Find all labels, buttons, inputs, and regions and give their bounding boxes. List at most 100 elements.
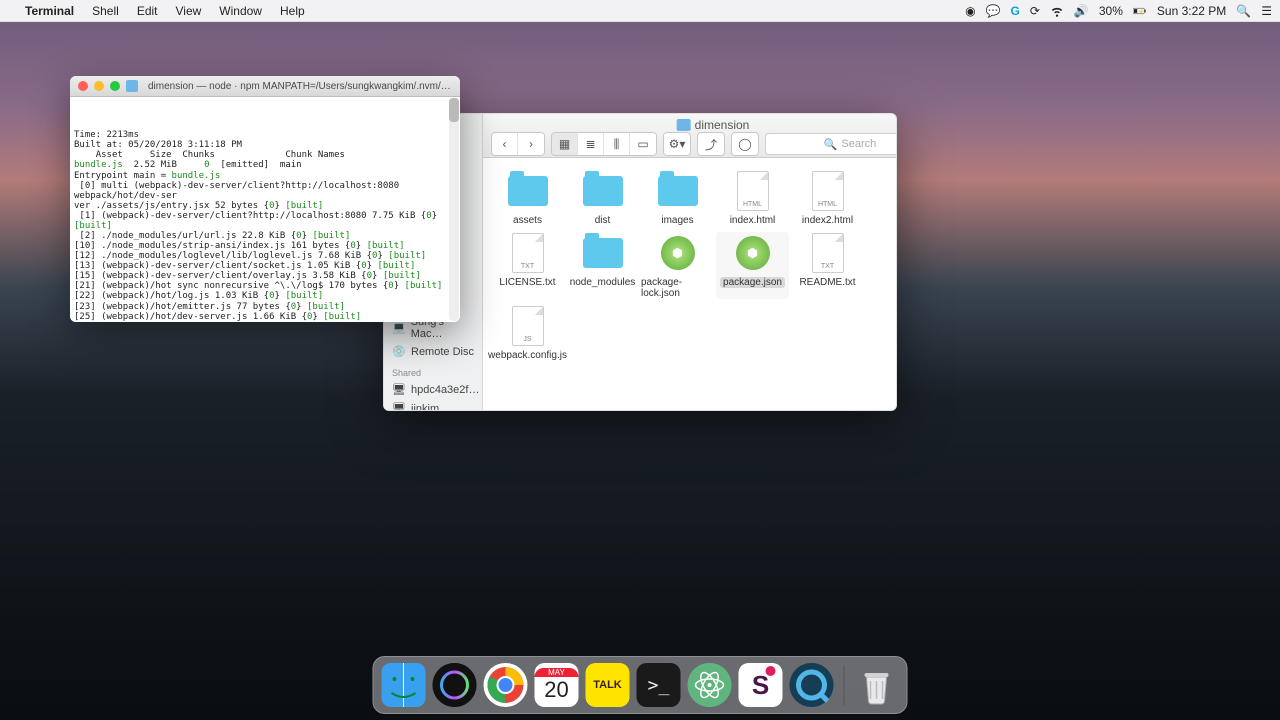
file-label: node_modules (570, 277, 636, 288)
dock-atom[interactable] (688, 663, 732, 707)
battery-icon[interactable]: ⚡ (1133, 4, 1147, 18)
terminal-titlebar[interactable]: dimension — node · npm MANPATH=/Users/su… (70, 76, 460, 97)
file-item[interactable]: node_modules (566, 232, 639, 299)
file-item[interactable]: ⬢ package.json (716, 232, 789, 299)
notification-center-icon[interactable]: ☰ (1261, 4, 1272, 18)
dock-terminal[interactable]: >_ (637, 663, 681, 707)
folder-icon (503, 170, 553, 212)
file-label: LICENSE.txt (499, 277, 555, 288)
menu-window[interactable]: Window (210, 4, 271, 18)
computer-icon: 🖥 (392, 383, 406, 397)
file-label: package.json (720, 277, 785, 288)
tags-button[interactable]: ◯ (732, 133, 758, 155)
dock-quicktime[interactable] (790, 663, 834, 707)
dock-kakaotalk[interactable]: TALK (586, 663, 630, 707)
forward-button[interactable]: › (518, 133, 544, 155)
disc-icon: 💿 (392, 345, 406, 359)
arrange-button[interactable]: ⚙︎▾ (664, 133, 690, 155)
folder-icon (126, 80, 138, 92)
file-item[interactable]: TXTREADME.txt (791, 232, 864, 299)
file-item[interactable]: TXT LICENSE.txt (491, 232, 564, 299)
file-item[interactable]: HTMLindex2.html (791, 170, 864, 226)
dock-chrome[interactable] (484, 663, 528, 707)
sidebar-item-shared[interactable]: 🖥 hpdc4a3e2f… (388, 381, 478, 399)
menu-app[interactable]: Terminal (16, 4, 83, 18)
menu-edit[interactable]: Edit (128, 4, 167, 18)
gallery-view-button[interactable]: ▭ (630, 133, 656, 155)
scrollbar[interactable] (449, 98, 459, 321)
file-item[interactable]: JS webpack.config.js (491, 305, 564, 361)
file-item[interactable]: images (641, 170, 714, 226)
logitech-icon[interactable]: G (1011, 4, 1020, 18)
minimize-button[interactable] (94, 81, 104, 91)
folder-icon (653, 170, 703, 212)
record-icon[interactable]: ◉ (965, 4, 975, 18)
search-icon: 🔍 (824, 138, 838, 151)
sidebar-item-label: Remote Disc (411, 346, 474, 358)
document-icon: HTML (728, 170, 778, 212)
file-item[interactable]: dist (566, 170, 639, 226)
finder-window[interactable]: 💻 Sung's Mac… 💿 Remote Disc Shared 🖥 hpd… (383, 113, 897, 411)
back-button[interactable]: ‹ (492, 133, 518, 155)
file-item[interactable]: HTML index.html (716, 170, 789, 226)
menu-view[interactable]: View (167, 4, 211, 18)
list-view-button[interactable]: ≣ (578, 133, 604, 155)
file-item[interactable]: assets (491, 170, 564, 226)
volume-icon[interactable]: 🔊 (1074, 4, 1089, 18)
column-view-button[interactable]: ⫼ (604, 133, 630, 155)
icon-view-button[interactable]: ▦ (552, 133, 578, 155)
sidebar-item-device[interactable]: 💿 Remote Disc (388, 343, 478, 361)
sidebar-item-label: hpdc4a3e2f… (411, 384, 480, 396)
terminal-window[interactable]: dimension — node · npm MANPATH=/Users/su… (70, 76, 460, 322)
terminal-body[interactable]: Time: 2213msBuilt at: 05/20/2018 3:11:18… (70, 97, 460, 322)
share-button[interactable]: ⤴ (698, 133, 724, 155)
close-button[interactable] (78, 81, 88, 91)
menu-help[interactable]: Help (271, 4, 314, 18)
sidebar-header: Shared (388, 362, 478, 380)
finder-title: dimension (677, 118, 750, 132)
dock-siri[interactable] (433, 663, 477, 707)
chat-icon[interactable]: 💬 (986, 4, 1001, 18)
spotlight-icon[interactable]: 🔍 (1236, 4, 1251, 18)
finder-search[interactable]: 🔍 Search (765, 133, 897, 155)
dock: MAY 20 TALK >_ S (373, 656, 908, 714)
computer-icon: 🖥 (392, 402, 406, 411)
folder-icon (578, 170, 628, 212)
calendar-day: 20 (535, 677, 579, 703)
desktop: Terminal Shell Edit View Window Help ◉ 💬… (0, 0, 1280, 720)
sidebar-item-shared[interactable]: 🖥 jinkim (388, 400, 478, 411)
document-icon: JS (503, 305, 553, 347)
finder-nav: ‹ › (491, 132, 545, 156)
file-label: index2.html (802, 215, 853, 226)
zoom-button[interactable] (110, 81, 120, 91)
menubar: Terminal Shell Edit View Window Help ◉ 💬… (0, 0, 1280, 22)
clock[interactable]: Sun 3:22 PM (1157, 4, 1226, 18)
terminal-title: dimension — node · npm MANPATH=/Users/su… (148, 81, 452, 92)
dock-slack[interactable]: S (739, 663, 783, 707)
finder-files[interactable]: assets dist images HTML index.html HTMLindex2… (483, 158, 897, 410)
finder-view-switch: ▦ ≣ ⫼ ▭ (551, 132, 657, 156)
folder-icon (578, 232, 628, 274)
json-icon: ⬢ (728, 232, 778, 274)
file-label: webpack.config.js (488, 350, 567, 361)
folder-icon (677, 119, 691, 131)
dock-separator (844, 665, 845, 705)
scrollbar-thumb[interactable] (449, 98, 459, 122)
sync-icon[interactable]: ⟳ (1030, 4, 1040, 18)
calendar-month: MAY (535, 668, 579, 677)
finder-toolbar: dimension ‹ › ▦ ≣ ⫼ ▭ ⚙︎▾ (483, 114, 897, 158)
document-icon: TXT (503, 232, 553, 274)
file-label: index.html (730, 215, 776, 226)
battery-percent: 30% (1099, 4, 1123, 18)
menu-shell[interactable]: Shell (83, 4, 128, 18)
dock-trash[interactable] (855, 663, 899, 707)
file-item[interactable]: ⬢package-lock.json (641, 232, 714, 299)
file-label: assets (513, 215, 542, 226)
wifi-icon[interactable] (1050, 4, 1064, 18)
file-label: images (661, 215, 693, 226)
json-icon: ⬢ (653, 232, 703, 274)
document-icon: TXT (803, 232, 853, 274)
dock-finder[interactable] (382, 663, 426, 707)
sidebar-item-label: jinkim (411, 403, 439, 411)
dock-calendar[interactable]: MAY 20 (535, 663, 579, 707)
